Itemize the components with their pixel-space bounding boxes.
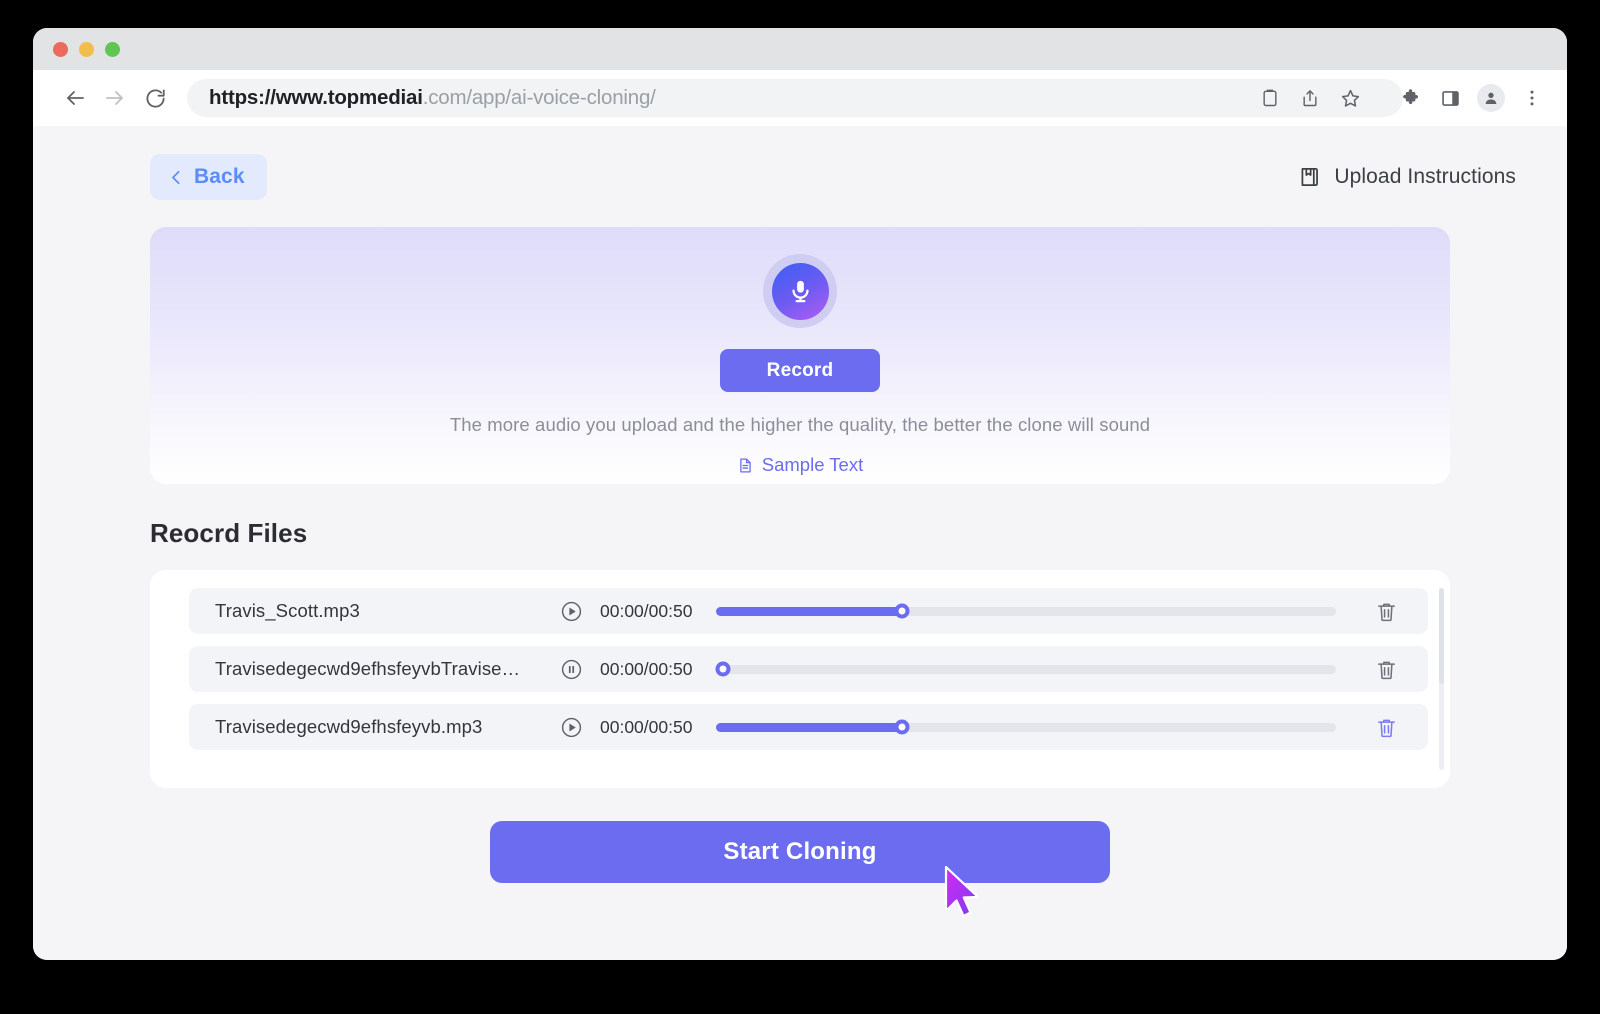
progress-knob[interactable]	[894, 603, 910, 619]
start-cloning-area: Start Cloning	[33, 821, 1567, 883]
sample-text-label: Sample Text	[761, 454, 864, 475]
progress-slider[interactable]	[716, 603, 1336, 619]
play-icon[interactable]	[560, 600, 583, 623]
url-path-part: .com/app/ai-voice-cloning/	[422, 86, 656, 109]
window-titlebar	[33, 28, 1567, 70]
playback-time-label: 00:00/00:50	[600, 658, 693, 679]
close-window-button[interactable]	[53, 41, 68, 57]
browser-reload-icon[interactable]	[135, 78, 175, 118]
address-bar-url: https://www.topmediai.com/app/ai-voice-c…	[209, 86, 656, 110]
traffic-light-group	[53, 41, 120, 57]
file-name-label: Travisedegecwd9efhsfeyvb.mp3	[215, 716, 483, 737]
browser-forward-icon[interactable]	[95, 78, 135, 118]
record-files-title: Reocrd Files	[150, 518, 308, 548]
screenshot-stage: https://www.topmediai.com/app/ai-voice-c…	[0, 0, 1600, 1014]
pause-icon[interactable]	[560, 658, 583, 681]
toolbar-action-group	[1253, 81, 1549, 115]
document-icon	[737, 457, 754, 474]
files-scrollbar[interactable]	[1439, 588, 1444, 770]
chevron-left-icon	[168, 169, 185, 186]
side-panel-icon[interactable]	[1433, 81, 1467, 115]
manual-book-icon	[1297, 164, 1323, 190]
extensions-icon[interactable]	[1393, 81, 1427, 115]
record-upload-card: Record The more audio you upload and the…	[150, 227, 1450, 484]
page-content: Back Upload Instructions Record The more…	[33, 126, 1567, 960]
file-name-label: Travisedegecwd9efhsfeyvbTravise…	[215, 658, 521, 679]
browser-back-icon[interactable]	[55, 78, 95, 118]
progress-fill	[716, 606, 903, 616]
back-button-label: Back	[194, 165, 245, 188]
progress-knob[interactable]	[894, 719, 910, 735]
progress-slider[interactable]	[715, 661, 1336, 677]
microphone-icon[interactable]	[771, 262, 829, 320]
url-domain-part: https://www.topmediai	[209, 86, 423, 109]
playback-time-label: 00:00/00:50	[600, 600, 693, 621]
progress-fill	[716, 722, 903, 732]
table-row[interactable]: Travisedegecwd9efhsfeyvb.mp3 00:00/00:50	[189, 704, 1428, 750]
file-name-label: Travis_Scott.mp3	[215, 600, 360, 621]
maximize-window-button[interactable]	[105, 41, 120, 57]
record-button[interactable]: Record	[720, 349, 880, 392]
play-icon[interactable]	[560, 716, 583, 739]
microphone-halo	[763, 254, 837, 328]
progress-knob[interactable]	[715, 661, 731, 677]
table-row[interactable]: Travisedegecwd9efhsfeyvbTravise… 00:00/0…	[189, 646, 1428, 692]
table-row[interactable]: Travis_Scott.mp3 00:00/00:50	[189, 588, 1428, 634]
files-scrollbar-thumb[interactable]	[1439, 588, 1444, 684]
upload-instructions-button[interactable]: Upload Instructions	[1297, 164, 1516, 190]
more-menu-icon[interactable]	[1515, 81, 1549, 115]
upload-instructions-label: Upload Instructions	[1334, 165, 1516, 188]
back-button[interactable]: Back	[150, 154, 267, 200]
address-bar[interactable]: https://www.topmediai.com/app/ai-voice-c…	[187, 79, 1403, 117]
delete-file-button[interactable]	[1366, 658, 1406, 681]
start-cloning-button[interactable]: Start Cloning	[490, 821, 1110, 883]
upload-hint-text: The more audio you upload and the higher…	[449, 414, 1151, 435]
minimize-window-button[interactable]	[79, 41, 94, 57]
browser-toolbar: https://www.topmediai.com/app/ai-voice-c…	[33, 70, 1567, 126]
record-files-card: Travis_Scott.mp3 00:00/00:50 Travisedege…	[150, 570, 1450, 788]
clipboard-icon[interactable]	[1253, 81, 1287, 115]
sample-text-link[interactable]: Sample Text	[737, 454, 863, 476]
browser-window: https://www.topmediai.com/app/ai-voice-c…	[33, 28, 1567, 960]
delete-file-button[interactable]	[1366, 716, 1406, 739]
profile-avatar-icon[interactable]	[1477, 84, 1505, 112]
star-icon[interactable]	[1333, 81, 1367, 115]
share-icon[interactable]	[1293, 81, 1327, 115]
playback-time-label: 00:00/00:50	[600, 716, 693, 737]
progress-slider[interactable]	[716, 719, 1336, 735]
page-header: Back Upload Instructions	[33, 126, 1567, 200]
delete-file-button[interactable]	[1366, 600, 1406, 623]
